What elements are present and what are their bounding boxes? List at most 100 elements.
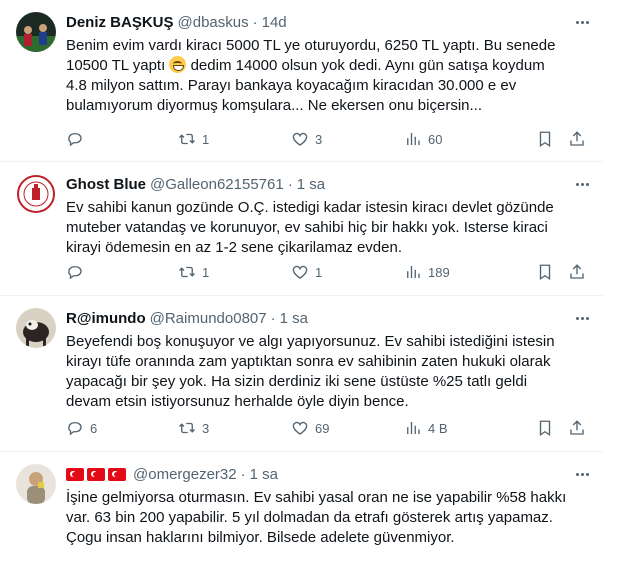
- like-button[interactable]: 69: [291, 419, 329, 437]
- tweet-header: Deniz BAŞKUŞ @dbaskus · 14d: [66, 12, 287, 32]
- retweet-button[interactable]: 3: [178, 419, 209, 437]
- retweet-count: 1: [202, 264, 210, 280]
- bookmark-button[interactable]: [536, 263, 554, 281]
- tweet-text-line: kirayı tüfe oranında zam yaptıktan sonra…: [66, 353, 551, 370]
- author-handle[interactable]: @Galleon62155761: [150, 176, 284, 193]
- share-icon: [570, 420, 584, 435]
- retweet-icon: [179, 133, 195, 145]
- tweet[interactable]: @omergezer32 · 1 sa İşine gelmiyorsa otu…: [0, 452, 604, 562]
- tweet-text-line: var. 63 bin 200 yapabilir. 5 yıl dolmada…: [66, 509, 553, 526]
- tweet-actions: 6 3 69 4 B: [58, 418, 588, 438]
- views-chart-icon: [407, 133, 420, 145]
- like-count: 1: [315, 264, 323, 280]
- bookmark-button[interactable]: [536, 419, 554, 437]
- tweet-header: @omergezer32 · 1 sa: [66, 464, 278, 484]
- retweet-icon: [179, 422, 195, 434]
- tweet-actions: 1 1 189: [58, 262, 588, 282]
- heart-icon: [292, 421, 308, 435]
- separator-dot: ·: [240, 465, 246, 483]
- view-count: 60: [428, 131, 443, 147]
- like-count: 3: [315, 131, 323, 147]
- turkey-flag-icon: [87, 467, 105, 481]
- avatar[interactable]: [16, 308, 56, 348]
- separator-dot: ·: [287, 175, 293, 193]
- view-count: 4 B: [428, 420, 448, 436]
- tweet-text-line: yapacağı bir şey yok. Ha sizin derdiniz …: [66, 373, 528, 390]
- timestamp[interactable]: 1 sa: [280, 310, 308, 327]
- view-count: 189: [428, 264, 450, 280]
- grinning-face-icon: [169, 56, 187, 73]
- tweet-text-segment: 10500 TL yaptı: [66, 57, 166, 74]
- tweet-text: Ev sahibi kanun gozünde O.Ç. istedigi ka…: [66, 198, 586, 258]
- reply-button[interactable]: [66, 263, 90, 281]
- author-handle[interactable]: @dbaskus: [178, 14, 249, 31]
- views-chart-icon: [407, 422, 420, 434]
- author-name[interactable]: Deniz BAŞKUŞ: [66, 14, 174, 31]
- timestamp[interactable]: 1 sa: [297, 176, 325, 193]
- retweet-button[interactable]: 1: [178, 263, 209, 281]
- author-name[interactable]: Ghost Blue: [66, 176, 146, 193]
- timestamp[interactable]: 14d: [262, 14, 287, 31]
- author-handle[interactable]: @omergezer32: [133, 466, 237, 483]
- scrollbar[interactable]: [604, 0, 620, 562]
- tweet-text-segment: dedim 14000 olsun yok dedi. Aynı gün sat…: [186, 57, 545, 74]
- turkey-flag-icon: [66, 467, 84, 481]
- share-button[interactable]: [568, 419, 586, 437]
- retweet-count: 1: [202, 131, 210, 147]
- tweet-feed: Deniz BAŞKUŞ @dbaskus · 14d Benim evim v…: [0, 0, 604, 562]
- tweet-text-line: Ev sahibi kanun gozünde O.Ç. istedigi ka…: [66, 199, 554, 216]
- tweet-text-line: Beyefendi boş konuşuyor ve algı yapıyors…: [66, 333, 555, 350]
- timestamp[interactable]: 1 sa: [250, 466, 278, 483]
- like-count: 69: [315, 420, 330, 436]
- author-name[interactable]: R@imundo: [66, 310, 146, 327]
- tweet[interactable]: R@imundo @Raimundo0807 · 1 sa Beyefendi …: [0, 296, 604, 452]
- reply-icon: [68, 266, 82, 280]
- share-button[interactable]: [568, 263, 586, 281]
- tweet[interactable]: Ghost Blue @Galleon62155761 · 1 sa Ev sa…: [0, 162, 604, 296]
- like-button[interactable]: 3: [291, 130, 322, 148]
- tweet-text-line: bulamıyorum diyormuş komşulara... Ne eke…: [66, 97, 483, 114]
- tweet-text-line: devam etsin istiyorsunuz herhalde öyle d…: [66, 393, 409, 410]
- separator-dot: ·: [270, 309, 276, 327]
- reply-button[interactable]: 6: [66, 419, 97, 437]
- views-button[interactable]: 4 B: [404, 419, 448, 437]
- more-icon[interactable]: [572, 464, 592, 484]
- tweet-actions: 1 3 60: [58, 129, 588, 149]
- retweet-icon: [179, 266, 195, 278]
- tweet-text-line: kirayi ödemesin en az 1-2 sene çikarilam…: [66, 239, 402, 256]
- share-button[interactable]: [568, 130, 586, 148]
- tweet-text: Beyefendi boş konuşuyor ve algı yapıyors…: [66, 332, 586, 412]
- tweet[interactable]: Deniz BAŞKUŞ @dbaskus · 14d Benim evim v…: [0, 0, 604, 162]
- like-button[interactable]: 1: [291, 263, 322, 281]
- avatar[interactable]: [16, 464, 56, 504]
- more-icon[interactable]: [572, 12, 592, 32]
- views-button[interactable]: 60: [404, 130, 442, 148]
- turkey-flag-icon: [108, 467, 126, 481]
- avatar[interactable]: [16, 12, 56, 52]
- bookmark-icon: [539, 264, 551, 281]
- tweet-text-line: Çogu insan haklarını bilmiyor. Bilsede a…: [66, 529, 455, 546]
- tweet-header: Ghost Blue @Galleon62155761 · 1 sa: [66, 174, 325, 194]
- tweet-text-line: 4.8 milyon sattım. Parayı bankaya koyaca…: [66, 77, 517, 94]
- retweet-count: 3: [202, 420, 210, 436]
- tweet-text-line: 10500 TL yaptı dedim 14000 olsun yok ded…: [66, 56, 586, 76]
- reply-count: 6: [90, 420, 98, 436]
- retweet-button[interactable]: 1: [178, 130, 209, 148]
- views-button[interactable]: 189: [404, 263, 450, 281]
- heart-icon: [292, 132, 308, 146]
- more-icon[interactable]: [572, 308, 592, 328]
- tweet-text-line: muteber vatandaş ve korunuyor, ev sahibi…: [66, 219, 548, 236]
- tweet-text-line: Benim evim vardı kiracı 5000 TL ye oturu…: [66, 37, 556, 54]
- reply-button[interactable]: [66, 130, 90, 148]
- tweet-text: İşine gelmiyorsa oturmasın. Ev sahibi ya…: [66, 488, 586, 548]
- reply-icon: [68, 422, 82, 436]
- bookmark-button[interactable]: [536, 130, 554, 148]
- tweet-text-line: İşine gelmiyorsa oturmasın. Ev sahibi ya…: [66, 489, 567, 506]
- reply-icon: [68, 133, 82, 147]
- author-handle[interactable]: @Raimundo0807: [150, 310, 267, 327]
- more-icon[interactable]: [572, 174, 592, 194]
- separator-dot: ·: [252, 13, 258, 31]
- avatar[interactable]: [16, 174, 56, 214]
- tweet-text: Benim evim vardı kiracı 5000 TL ye oturu…: [66, 36, 586, 116]
- bookmark-icon: [539, 420, 551, 437]
